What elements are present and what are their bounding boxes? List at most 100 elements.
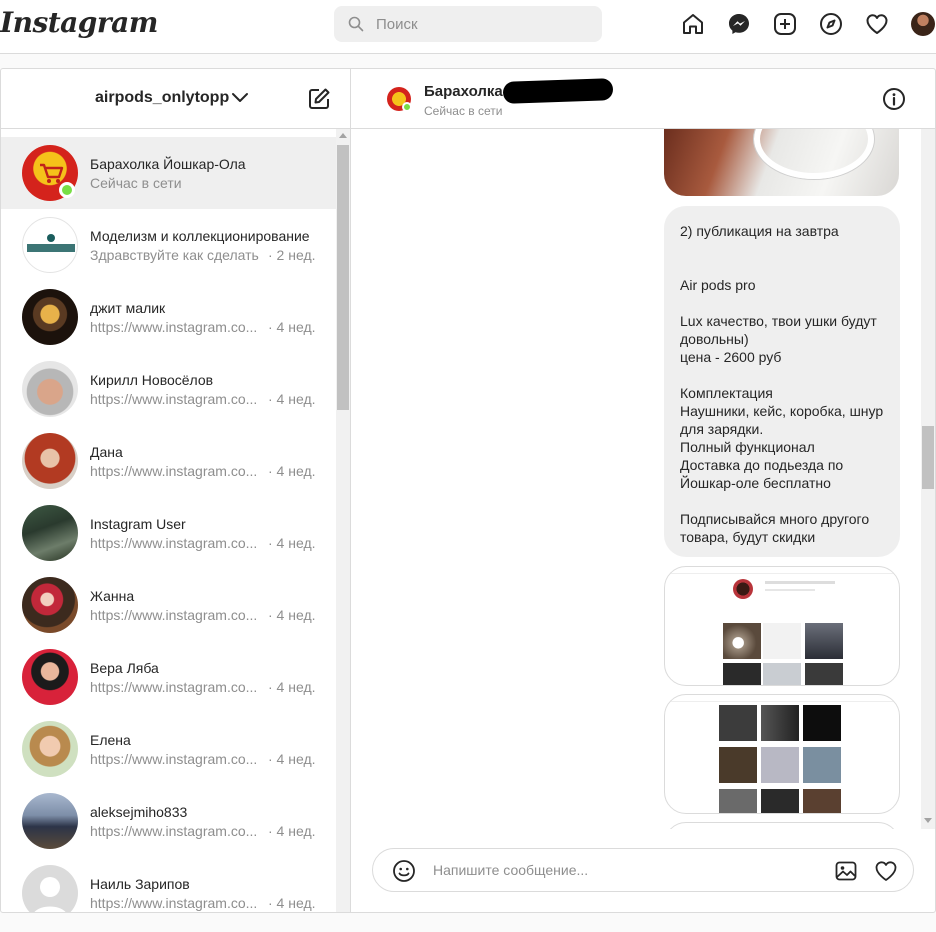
- thread-time: · 2 нед.: [268, 247, 316, 263]
- deagostini-logo-mark: [27, 234, 75, 252]
- thread-name: Наиль Зарипов: [90, 876, 190, 892]
- activity-heart-icon[interactable]: [865, 12, 889, 36]
- thread-row[interactable]: Вера Ляба https://www.instagram.co... · …: [1, 641, 336, 713]
- mini-tile: [763, 663, 801, 685]
- scroll-up-arrow-icon[interactable]: [339, 133, 347, 138]
- mini-tile: [803, 789, 841, 813]
- thread-time: · 4 нед.: [268, 823, 316, 839]
- thread-avatar: [22, 865, 78, 912]
- thread-avatar: [22, 577, 78, 633]
- scrollbar-thumb[interactable]: [337, 145, 349, 410]
- thread-list: Барахолка Йошкар-Ола Сейчас в сети Модел…: [1, 129, 350, 912]
- thread-preview: https://www.instagram.co...: [90, 823, 258, 839]
- message-input[interactable]: [433, 849, 813, 891]
- explore-icon[interactable]: [819, 12, 843, 36]
- mini-tile: [761, 747, 799, 783]
- scrollbar-thumb[interactable]: [922, 426, 934, 489]
- thread-name: Дана: [90, 444, 123, 460]
- mini-tile: [805, 663, 843, 685]
- chevron-down-icon[interactable]: [231, 91, 249, 105]
- text-message: 2) публикация на завтра Air pods pro Lux…: [664, 206, 900, 557]
- search-input[interactable]: [376, 6, 586, 42]
- thread-name: Вера Ляба: [90, 660, 159, 676]
- mini-tile: [723, 623, 761, 659]
- mini-tile: [719, 789, 757, 813]
- online-indicator: [59, 182, 75, 198]
- info-icon[interactable]: [882, 87, 906, 111]
- mini-tile: [719, 747, 757, 783]
- image-message[interactable]: [664, 694, 900, 814]
- thread-time: · 4 нед.: [268, 535, 316, 551]
- thread-avatar: [22, 721, 78, 777]
- thread-preview: Сейчас в сети: [90, 175, 182, 191]
- thread-list-scrollbar[interactable]: [336, 129, 350, 912]
- thread-row[interactable]: Барахолка Йошкар-Ола Сейчас в сети: [1, 137, 336, 209]
- conversation-header: Барахолка Сейчас в сети: [351, 69, 935, 129]
- thread-avatar: [22, 505, 78, 561]
- mini-divider: [665, 573, 899, 574]
- thread-preview: https://www.instagram.co...: [90, 895, 258, 911]
- like-heart-icon[interactable]: [874, 859, 898, 883]
- thread-row[interactable]: Кирилл Новосёлов https://www.instagram.c…: [1, 353, 336, 425]
- message-composer: [372, 848, 914, 892]
- profile-avatar[interactable]: [911, 12, 935, 36]
- photo-message[interactable]: [664, 129, 899, 196]
- thread-name: Моделизм и коллекционирование: [90, 228, 310, 244]
- redaction-mark: [502, 78, 614, 104]
- image-upload-icon[interactable]: [834, 859, 858, 883]
- thread-preview: https://www.instagram.co...: [90, 751, 258, 767]
- thread-preview: https://www.instagram.co...: [90, 391, 258, 407]
- mini-logo: [725, 569, 727, 575]
- photo-content: [754, 129, 874, 179]
- image-message[interactable]: [664, 822, 900, 829]
- messenger-icon[interactable]: [727, 12, 751, 36]
- thread-time: · 4 нед.: [268, 463, 316, 479]
- mini-tile: [723, 663, 761, 685]
- thread-name: Барахолка Йошкар-Ола: [90, 156, 246, 172]
- thread-row[interactable]: aleksejmiho833 https://www.instagram.co.…: [1, 785, 336, 857]
- thread-row[interactable]: Жанна https://www.instagram.co... · 4 не…: [1, 569, 336, 641]
- default-avatar-icon: [34, 877, 66, 912]
- scroll-down-arrow-icon[interactable]: [924, 818, 932, 823]
- thread-time: · 4 нед.: [268, 679, 316, 695]
- thread-row[interactable]: Instagram User https://www.instagram.co.…: [1, 497, 336, 569]
- conversation-title[interactable]: Барахолка: [424, 83, 503, 100]
- conversation-scrollbar[interactable]: [921, 129, 935, 829]
- thread-preview: Здравствуйте как сделать...: [90, 247, 260, 263]
- account-switcher-name[interactable]: airpods_onlytopp: [95, 89, 229, 107]
- mini-divider: [665, 701, 899, 702]
- thread-avatar: [22, 361, 78, 417]
- thread-row[interactable]: джит малик https://www.instagram.co... ·…: [1, 281, 336, 353]
- image-message[interactable]: [664, 566, 900, 686]
- mini-profile-lines: [765, 581, 835, 584]
- mini-tile: [719, 705, 757, 741]
- new-message-icon[interactable]: [307, 87, 331, 111]
- thread-name: Жанна: [90, 588, 135, 604]
- direct-panel: airpods_onlytopp Барахолка Йошкар-Ола Се…: [0, 68, 936, 913]
- online-indicator: [402, 102, 412, 112]
- thread-row[interactable]: Елена https://www.instagram.co... · 4 не…: [1, 713, 336, 785]
- thread-time: · 4 нед.: [268, 607, 316, 623]
- thread-row[interactable]: Наиль Зарипов https://www.instagram.co..…: [1, 857, 336, 912]
- thread-name: Instagram User: [90, 516, 186, 532]
- instagram-logo[interactable]: Instagram: [0, 6, 158, 39]
- thread-preview: https://www.instagram.co...: [90, 679, 258, 695]
- thread-time: · 4 нед.: [268, 895, 316, 911]
- thread-time: · 4 нед.: [268, 391, 316, 407]
- new-post-icon[interactable]: [773, 12, 797, 36]
- thread-preview: https://www.instagram.co...: [90, 607, 258, 623]
- thread-name: Елена: [90, 732, 131, 748]
- thread-row[interactable]: Дана https://www.instagram.co... · 4 нед…: [1, 425, 336, 497]
- mini-tile: [763, 623, 801, 659]
- thread-name: Кирилл Новосёлов: [90, 372, 214, 388]
- thread-time: · 4 нед.: [268, 751, 316, 767]
- mini-tile: [805, 623, 843, 659]
- thread-avatar: [22, 217, 78, 273]
- home-icon[interactable]: [681, 12, 705, 36]
- thread-preview: https://www.instagram.co...: [90, 535, 258, 551]
- search-box[interactable]: [334, 6, 602, 42]
- thread-avatar: [22, 793, 78, 849]
- thread-row[interactable]: Моделизм и коллекционирование Здравствуй…: [1, 209, 336, 281]
- thread-time: · 4 нед.: [268, 319, 316, 335]
- emoji-icon[interactable]: [392, 859, 416, 883]
